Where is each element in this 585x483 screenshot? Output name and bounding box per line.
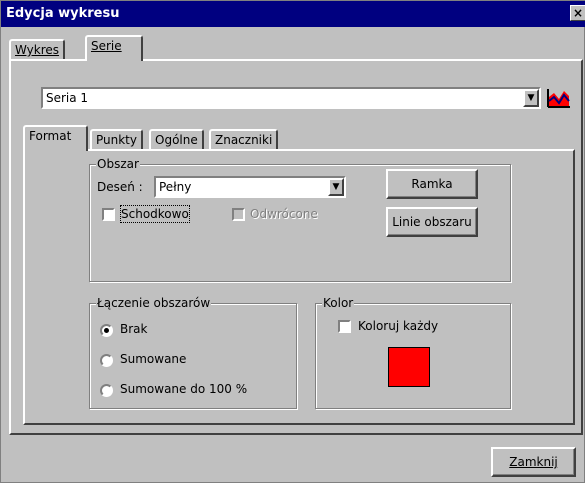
close-button[interactable]: Zamknij — [491, 447, 576, 477]
chevron-down-icon[interactable]: ▼ — [328, 178, 344, 196]
tab-ogolne[interactable]: Ogólne — [149, 129, 204, 150]
area-lines-button-label: Linie obszaru — [392, 215, 472, 229]
color-each-label[interactable]: Koloruj każdy — [358, 318, 438, 334]
stacking-radio-sum[interactable] — [100, 354, 113, 367]
tab-ogolne-label: Ogólne — [155, 133, 198, 147]
series-select[interactable]: Seria 1 ▼ — [41, 87, 541, 109]
stacking-sum-label[interactable]: Sumowane — [120, 351, 186, 367]
serie-panel: Seria 1 ▼ Format Punkty Ogólne Znaczniki… — [9, 59, 583, 435]
stacking-radio-none[interactable] — [100, 324, 113, 337]
stacking-sum100-label[interactable]: Sumowane do 100 % — [120, 381, 247, 397]
tab-serie[interactable]: Serie — [85, 35, 143, 61]
area-chart-icon[interactable] — [545, 87, 571, 109]
stacking-group: Łączenie obszarów Brak Sumowane Sumowane… — [89, 296, 297, 409]
tab-serie-label: Serie — [91, 39, 122, 53]
window-title: Edycja wykresu — [6, 6, 120, 21]
color-each-checkbox[interactable] — [338, 320, 351, 333]
inverted-checkbox — [232, 208, 245, 221]
series-select-value: Seria 1 — [46, 91, 89, 105]
tab-punkty-label: Punkty — [96, 133, 137, 147]
stacking-group-legend: Łączenie obszarów — [96, 296, 212, 310]
chart-edit-window: Edycja wykresu × Wykres Serie Seria 1 ▼ … — [0, 0, 585, 483]
close-button-label: Zamknij — [509, 455, 558, 469]
stepped-label[interactable]: Schodkowo — [120, 205, 190, 223]
color-group: Kolor Koloruj każdy — [315, 296, 511, 409]
tab-znaczniki-label: Znaczniki — [215, 133, 273, 147]
area-group: Obszar Deseń : Pełny ▼ Schodkowo Odwróco… — [89, 157, 511, 282]
tab-punkty[interactable]: Punkty — [90, 129, 143, 150]
tab-format-label: Format — [29, 129, 72, 143]
pattern-label: Deseń : — [97, 180, 143, 194]
chevron-down-icon[interactable]: ▼ — [523, 89, 539, 107]
title-bar: Edycja wykresu × — [1, 1, 585, 27]
format-panel: Obszar Deseń : Pełny ▼ Schodkowo Odwróco… — [23, 149, 575, 425]
inverted-label: Odwrócone — [250, 207, 318, 221]
frame-button-label: Ramka — [411, 177, 453, 191]
tab-znaczniki[interactable]: Znaczniki — [209, 129, 279, 150]
stepped-checkbox[interactable] — [102, 208, 115, 221]
stacking-none-label[interactable]: Brak — [120, 321, 147, 337]
color-swatch[interactable] — [388, 347, 430, 387]
area-lines-button[interactable]: Linie obszaru — [386, 207, 478, 237]
tab-wykres-label: Wykres — [15, 43, 60, 57]
frame-button[interactable]: Ramka — [386, 169, 478, 199]
stacking-radio-sum100[interactable] — [100, 384, 113, 397]
tab-format[interactable]: Format — [23, 125, 88, 151]
pattern-select[interactable]: Pełny ▼ — [154, 176, 346, 198]
color-group-legend: Kolor — [322, 296, 355, 310]
close-icon[interactable]: × — [570, 5, 585, 21]
tab-wykres[interactable]: Wykres — [9, 39, 66, 60]
pattern-select-value: Pełny — [159, 180, 192, 194]
area-group-legend: Obszar — [96, 157, 140, 171]
